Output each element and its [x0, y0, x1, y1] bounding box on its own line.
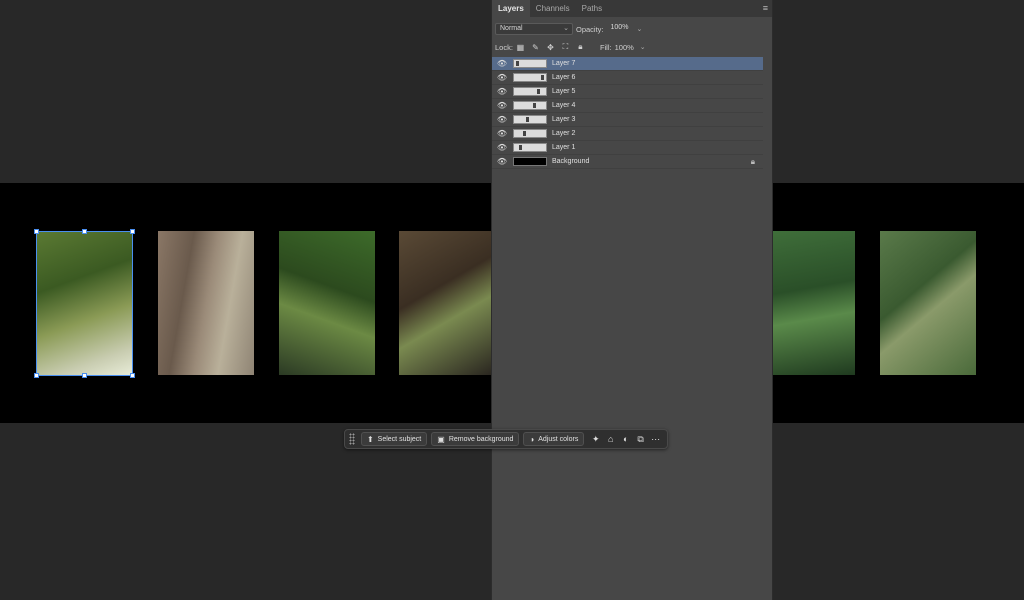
- layer-name: Layer 3: [552, 116, 576, 123]
- blend-mode-select[interactable]: Normal ⌄: [495, 23, 573, 35]
- layer-thumbnail: [513, 115, 547, 124]
- layer-list: 👁︎ Layer 7 👁︎ Layer 6 👁︎ Layer 5 👁︎ Laye…: [492, 57, 772, 169]
- layer-row-layer-5[interactable]: 👁︎ Layer 5: [492, 85, 763, 99]
- eye-icon[interactable]: 👁︎: [492, 101, 512, 110]
- layer-row-layer-6[interactable]: 👁︎ Layer 6: [492, 71, 763, 85]
- eye-icon[interactable]: 👁︎: [492, 73, 512, 82]
- photo-layer-2[interactable]: [773, 231, 855, 375]
- layer-thumbnail: [513, 129, 547, 138]
- panel-tabs: Layers Channels Paths ≡: [492, 0, 772, 17]
- layer-thumbnail: [513, 157, 547, 166]
- lock-fill-row: Lock: ▦ ✎ ✥ ⛶ 🔒︎ Fill: 100% ⌄: [492, 38, 772, 56]
- layer-name: Layer 4: [552, 102, 576, 109]
- layer-row-layer-3[interactable]: 👁︎ Layer 3: [492, 113, 763, 127]
- lock-all-icon[interactable]: 🔒︎: [575, 42, 586, 53]
- select-subject-label: Select subject: [377, 435, 422, 443]
- layers-panel: Layers Channels Paths ≡ Normal ⌄ Opacity…: [491, 0, 773, 600]
- layer-thumbnail: [513, 87, 547, 96]
- lock-artboard-icon[interactable]: ⛶: [560, 42, 571, 53]
- eye-icon[interactable]: 👁︎: [492, 59, 512, 68]
- transform-icon[interactable]: ⌂: [603, 432, 618, 446]
- lock-label: Lock:: [495, 42, 513, 52]
- layer-row-layer-1[interactable]: 👁︎ Layer 1: [492, 141, 763, 155]
- layer-thumbnail: [513, 101, 547, 110]
- photo-layer-4[interactable]: [399, 231, 491, 375]
- generative-fill-icon[interactable]: ✦: [588, 432, 603, 446]
- eye-icon[interactable]: 👁︎: [492, 87, 512, 96]
- eye-icon[interactable]: 👁︎: [492, 143, 512, 152]
- contextual-task-bar: ⬆ Select subject ▣ Remove background ◑ A…: [344, 429, 668, 449]
- photo-layer-5[interactable]: [279, 231, 375, 375]
- layer-row-background[interactable]: 👁︎ Background 🔒︎: [492, 155, 763, 169]
- remove-background-button[interactable]: ▣ Remove background: [431, 432, 520, 446]
- chevron-down-icon[interactable]: ⌄: [640, 43, 646, 51]
- layer-row-layer-2[interactable]: 👁︎ Layer 2: [492, 127, 763, 141]
- layer-thumbnail: [513, 73, 547, 82]
- layer-name: Background: [552, 158, 590, 165]
- photo-layer-1[interactable]: [880, 231, 976, 375]
- fill-value[interactable]: 100%: [615, 43, 634, 52]
- layer-name: Layer 1: [552, 144, 576, 151]
- adjust-colors-icon: ◑: [529, 434, 535, 444]
- tab-channels[interactable]: Channels: [530, 0, 576, 17]
- image-icon: ▣: [437, 434, 445, 444]
- tab-layers[interactable]: Layers: [492, 0, 530, 17]
- adjust-colors-label: Adjust colors: [538, 435, 579, 443]
- layer-name: Layer 2: [552, 130, 576, 137]
- drag-handle[interactable]: [349, 433, 355, 445]
- opacity-label: Opacity:: [576, 24, 604, 34]
- eye-icon[interactable]: 👁︎: [492, 157, 512, 166]
- lock-image-pixels-icon[interactable]: ✎: [530, 42, 541, 53]
- adjust-colors-button[interactable]: ◑ Adjust colors: [523, 432, 585, 446]
- photo-layer-6[interactable]: [158, 231, 254, 375]
- remove-background-label: Remove background: [448, 435, 514, 443]
- photoshop-workspace: Layers Channels Paths ≡ Normal ⌄ Opacity…: [0, 0, 1024, 600]
- blend-options-row: Normal ⌄ Opacity: 100% ⌄: [492, 20, 772, 38]
- hamburger-menu-icon[interactable]: ≡: [763, 3, 768, 13]
- lock-position-icon[interactable]: ✥: [545, 42, 556, 53]
- layer-thumbnail: [513, 143, 547, 152]
- eye-icon[interactable]: 👁︎: [492, 115, 512, 124]
- lock-icon[interactable]: 🔒︎: [751, 157, 755, 167]
- fill-label: Fill:: [599, 42, 612, 52]
- lock-transparent-pixels-icon[interactable]: ▦: [515, 42, 526, 53]
- tab-paths[interactable]: Paths: [576, 0, 608, 17]
- more-options-icon[interactable]: ⋯: [648, 432, 663, 446]
- layer-row-layer-4[interactable]: 👁︎ Layer 4: [492, 99, 763, 113]
- adjustment-layer-icon[interactable]: ◐: [618, 432, 633, 446]
- select-subject-button[interactable]: ⬆ Select subject: [360, 432, 428, 446]
- person-icon: ⬆: [366, 434, 374, 444]
- opacity-value: 100%: [610, 24, 629, 31]
- layer-name: Layer 5: [552, 88, 576, 95]
- mask-icon[interactable]: ⧉: [633, 432, 648, 446]
- layer-row-layer-7[interactable]: 👁︎ Layer 7: [492, 57, 763, 71]
- eye-icon[interactable]: 👁︎: [492, 129, 512, 138]
- chevron-down-icon: ⌄: [563, 25, 569, 32]
- blend-mode-value: Normal: [500, 25, 523, 32]
- photo-layer-7[interactable]: [36, 231, 132, 375]
- layer-name: Layer 6: [552, 74, 576, 81]
- opacity-field[interactable]: 100%: [607, 23, 637, 35]
- chevron-down-icon[interactable]: ⌄: [637, 25, 643, 33]
- layer-thumbnail: [513, 59, 547, 68]
- layer-name: Layer 7: [552, 60, 576, 67]
